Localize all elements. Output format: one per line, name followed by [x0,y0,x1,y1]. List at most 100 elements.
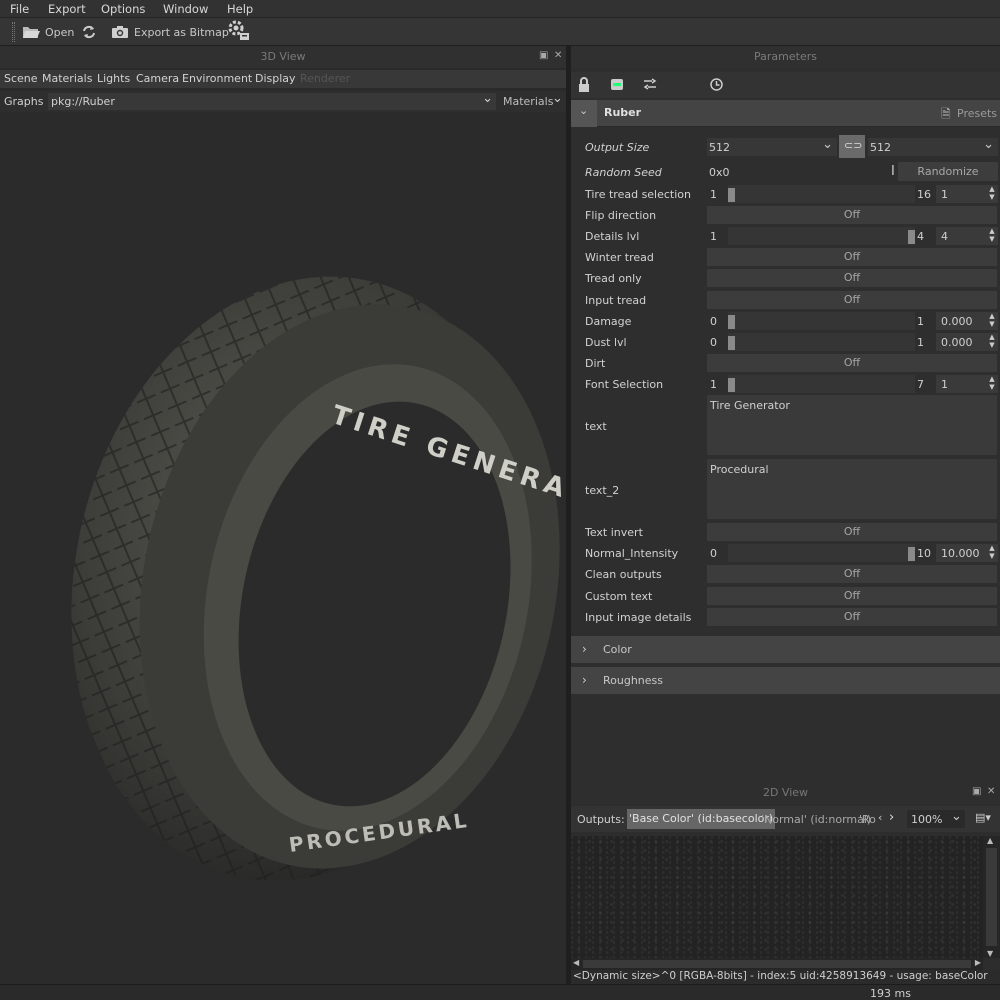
3d-menu-environment[interactable]: Environment [182,72,252,85]
details-lvl-label: Details lvl [585,230,640,243]
seed-value: 0x0 [709,166,730,179]
custom-text-row: Custom text Off [571,586,1000,607]
slider-handle[interactable] [728,188,735,202]
slider-min: 1 [710,378,717,391]
output-tab-roughness[interactable]: 'Ro [859,813,876,826]
refresh-button[interactable] [82,22,96,42]
3d-menu-display[interactable]: Display [255,72,296,85]
text2-input[interactable]: Procedural [707,459,997,519]
custom-text-toggle[interactable]: Off [707,587,997,605]
close-icon[interactable]: ✕ [554,51,564,61]
tire-tread-selection-spinbox[interactable]: 1 ▲ ▼ [936,185,998,203]
output-size-row: Output Size 512 ⌄ ⊂⊃ 512 ⌄ [571,135,1000,158]
font-selection-row: Font Selection 1 7 1 ▲ ▼ [571,374,1000,395]
tread-only-toggle[interactable]: Off [707,269,997,287]
scroll-right-icon[interactable]: ▶ [975,958,981,967]
float-icon[interactable]: ▣ [972,787,982,797]
materials-select[interactable]: Materials ⌄ [498,91,564,110]
3d-menu-scene[interactable]: Scene [4,72,38,85]
vertical-scrollbar[interactable]: ▲ ▼ [983,836,1000,958]
damage-slider[interactable] [728,312,915,330]
texture-preview[interactable] [571,836,983,958]
seed-input[interactable]: 0x0 [707,163,895,181]
instance-icon[interactable] [643,78,657,91]
slider-handle[interactable] [728,315,735,329]
randomize-button[interactable]: Randomize [898,162,998,181]
input-tread-toggle[interactable]: Off [707,291,997,309]
render-time: 193 ms [870,987,911,1000]
output-tab-basecolor[interactable]: 'Base Color' (id:basecolor) [627,809,776,829]
collapse-button[interactable]: ⌄ [571,100,597,127]
settings-button[interactable] [226,20,250,40]
roughness-section[interactable]: › Roughness [571,667,1000,694]
scroll-left-icon[interactable]: ◀ [573,958,579,967]
text-input[interactable]: Tire Generator [707,395,997,455]
dust-lvl-slider[interactable] [728,333,915,351]
export-bitmap-button[interactable]: Export as Bitmap [111,22,229,42]
dirt-toggle[interactable]: Off [707,354,997,372]
spin-arrows-icon[interactable]: ▲ ▼ [988,227,996,245]
slider-handle[interactable] [908,547,915,561]
slider-handle[interactable] [728,378,735,392]
slider-handle[interactable] [908,230,915,244]
tire-tread-selection-slider[interactable] [728,185,915,203]
scroll-up-icon[interactable]: ▲ [987,836,993,845]
view-options-icon[interactable]: ▤▾ [975,811,991,824]
custom-text-label: Custom text [585,590,653,603]
text-invert-toggle[interactable]: Off [707,523,997,541]
color-section[interactable]: › Color [571,636,1000,663]
details-lvl-slider[interactable] [728,227,915,245]
slider-max: 4 [917,230,924,243]
menu-export[interactable]: Export [48,2,86,16]
output-height-select[interactable]: 512 ⌄ [868,137,998,156]
3d-menu-lights[interactable]: Lights [97,72,130,85]
toolbar-grip[interactable] [12,22,15,42]
3d-menu-materials[interactable]: Materials [42,72,92,85]
slider-handle[interactable] [728,336,735,350]
presets-button[interactable]: Presets [957,107,997,120]
spin-arrows-icon[interactable]: ▲ ▼ [988,185,996,203]
scroll-left-icon[interactable]: ‹ [878,811,882,824]
scrollbar-thumb[interactable] [986,848,997,946]
horizontal-scrollbar[interactable]: ◀ ▶ [571,958,983,970]
float-icon[interactable]: ▣ [539,51,549,61]
clean-outputs-toggle[interactable]: Off [707,565,997,583]
close-icon[interactable]: ✕ [987,787,997,797]
spin-arrows-icon[interactable]: ▲ ▼ [988,333,996,351]
scroll-down-icon[interactable]: ▼ [987,949,993,958]
font-selection-slider[interactable] [728,375,915,393]
graphs-select[interactable]: pkg://Ruber ⌄ [48,91,496,110]
spin-arrows-icon[interactable]: ▲ ▼ [988,375,996,393]
flip-direction-toggle[interactable]: Off [707,206,997,224]
ruber-group-header[interactable]: ⌄ Ruber 🗎 Presets [571,100,1000,127]
scrollbar-thumb[interactable] [583,960,971,968]
menu-help[interactable]: Help [227,2,253,16]
lock-icon[interactable] [578,77,590,92]
3d-menu-camera[interactable]: Camera [136,72,179,85]
normal-intensity-slider[interactable] [728,544,915,562]
menu-options[interactable]: Options [101,2,145,16]
damage-spinbox[interactable]: 0.000 ▲ ▼ [936,312,998,330]
dust-lvl-spinbox[interactable]: 0.000 ▲ ▼ [936,333,998,351]
spin-arrows-icon[interactable]: ▲ ▼ [988,544,996,562]
reload-graph-icon[interactable] [610,77,624,92]
parameters-title: Parameters [571,46,1000,68]
spin-arrows-icon[interactable]: ▲ ▼ [988,312,996,330]
tread-only-row: Tread only Off [571,268,1000,289]
status-bar: 193 ms [0,984,1000,1000]
open-button[interactable]: Open [22,22,74,42]
normal-intensity-spinbox[interactable]: 10.000 ▲ ▼ [936,544,998,562]
menu-file[interactable]: File [10,2,29,16]
font-selection-spinbox[interactable]: 1 ▲ ▼ [936,375,998,393]
zoom-select[interactable]: 100% ⌄ [907,809,965,828]
output-width-select[interactable]: 512 ⌄ [707,137,837,156]
reset-icon[interactable] [709,77,724,92]
3d-viewport[interactable]: TIRE GENERATION PROCEDURAL [0,112,566,984]
menu-window[interactable]: Window [163,2,208,16]
input-image-details-toggle[interactable]: Off [707,608,997,626]
winter-tread-toggle[interactable]: Off [707,248,997,266]
output-tab-normal[interactable]: 'Normal' (id:normal) [761,813,871,826]
details-lvl-spinbox[interactable]: 4 ▲ ▼ [936,227,998,245]
link-size-button[interactable]: ⊂⊃ [839,135,865,158]
scroll-right-icon[interactable]: › [889,810,894,825]
